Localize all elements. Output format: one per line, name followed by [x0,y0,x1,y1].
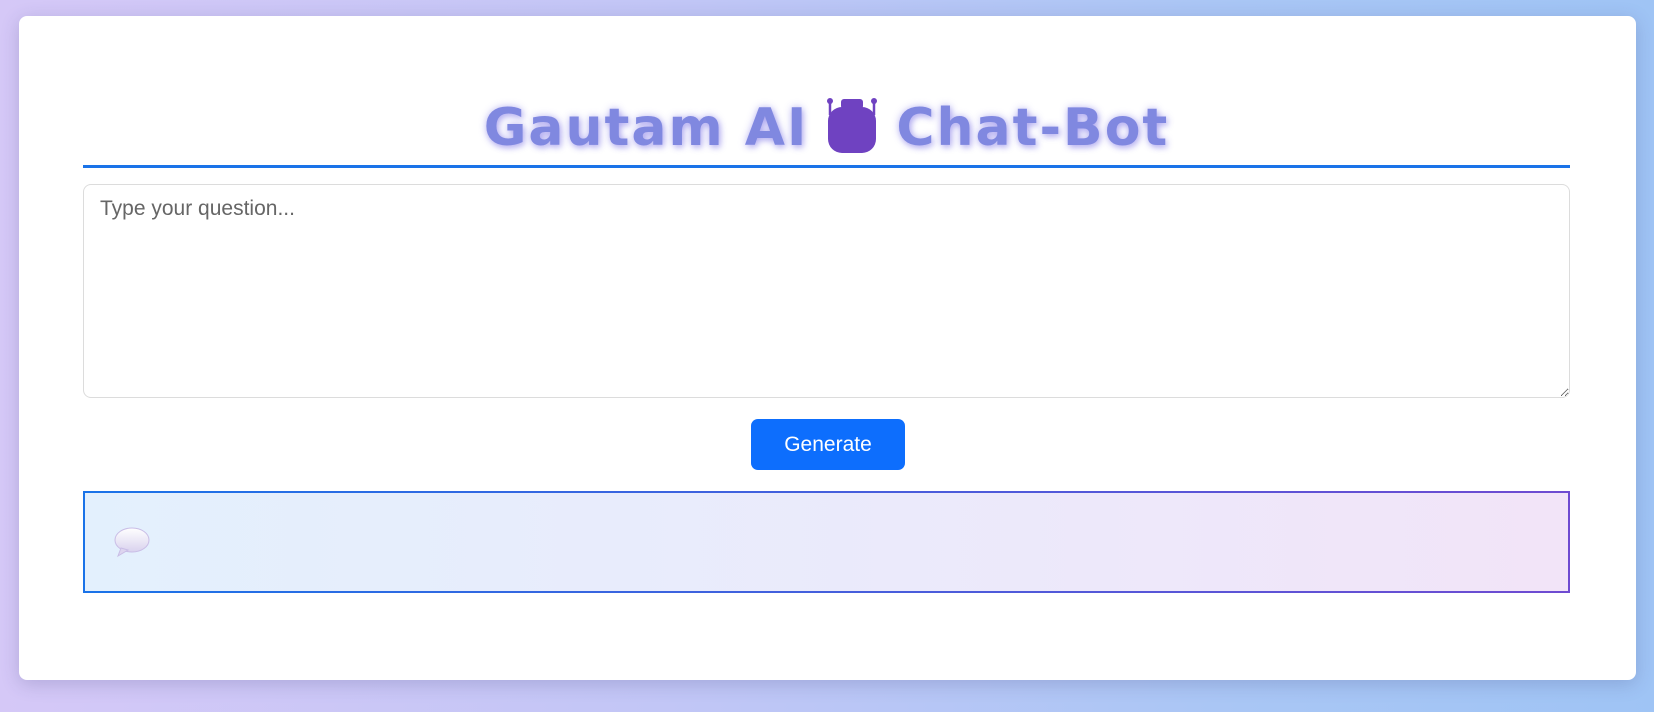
answer-panel [83,491,1570,593]
generate-button[interactable]: Generate [751,419,905,470]
title-part-1: Gautam AI [483,98,809,158]
chat-card: Gautam AI Chat-Bot Generate [19,16,1636,680]
page-title: Gautam AI Chat-Bot [483,97,1170,158]
speech-bubble-icon [113,526,151,558]
robot-icon [824,97,880,155]
question-input[interactable] [83,184,1570,398]
title-part-2: Chat-Bot [896,98,1170,158]
header: Gautam AI Chat-Bot [83,84,1570,168]
